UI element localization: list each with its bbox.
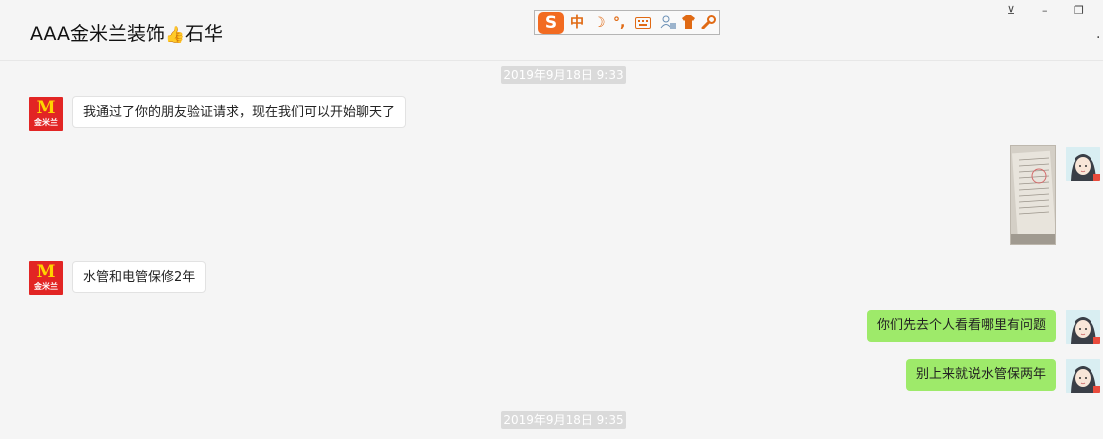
chat-title-name: AAA金米兰装饰 <box>30 23 166 45</box>
contact-avatar[interactable]: M 金米兰 <box>29 261 63 295</box>
contact-avatar-initial: M <box>36 98 56 118</box>
message-bubble-sent[interactable]: 你们先去个人看看哪里有问题 <box>866 310 1056 342</box>
moon-icon[interactable]: ☽ <box>593 14 606 32</box>
sogou-logo-icon[interactable]: S <box>538 12 564 34</box>
chat-title-suffix: 石华 <box>184 23 223 45</box>
contact-avatar-brand: 金米兰 <box>34 118 58 127</box>
restore-icon[interactable]: ❐ <box>1074 4 1084 18</box>
message-bubble-sent[interactable]: 别上来就说水管保两年 <box>905 359 1056 391</box>
thumbs-up-emoji: 👍 <box>165 25 185 44</box>
shirt-icon[interactable] <box>681 15 696 34</box>
message-bubble-received[interactable]: 水管和电管保修2年 <box>72 261 207 293</box>
timestamp: 2019年9月18日 9:35 <box>501 411 626 429</box>
timestamp: 2019年9月18日 9:33 <box>501 66 626 84</box>
more-options-icon[interactable]: · <box>1096 30 1100 46</box>
contact-avatar-brand: 金米兰 <box>34 282 58 291</box>
my-avatar[interactable] <box>1066 310 1100 344</box>
message-bubble-received[interactable]: 我通过了你的朋友验证请求，现在我们可以开始聊天了 <box>72 96 407 128</box>
user-icon[interactable] <box>660 15 676 34</box>
contact-avatar[interactable]: M 金米兰 <box>29 97 63 131</box>
ime-mode-chinese[interactable]: 中 <box>570 14 584 32</box>
punctuation-icon[interactable]: °, <box>613 14 625 32</box>
ime-toolbar[interactable]: S 中 ☽ °, <box>534 10 720 35</box>
my-avatar[interactable] <box>1066 147 1100 181</box>
chat-title: AAA金米兰装饰👍石华 <box>30 22 223 47</box>
message-image[interactable] <box>1010 145 1056 245</box>
pin-icon[interactable]: ⊻ <box>1007 4 1015 18</box>
minimize-icon[interactable]: – <box>1042 4 1048 18</box>
keyboard-icon[interactable] <box>635 16 651 34</box>
my-avatar[interactable] <box>1066 359 1100 393</box>
contact-avatar-initial: M <box>36 262 56 282</box>
wrench-icon[interactable] <box>701 15 716 34</box>
